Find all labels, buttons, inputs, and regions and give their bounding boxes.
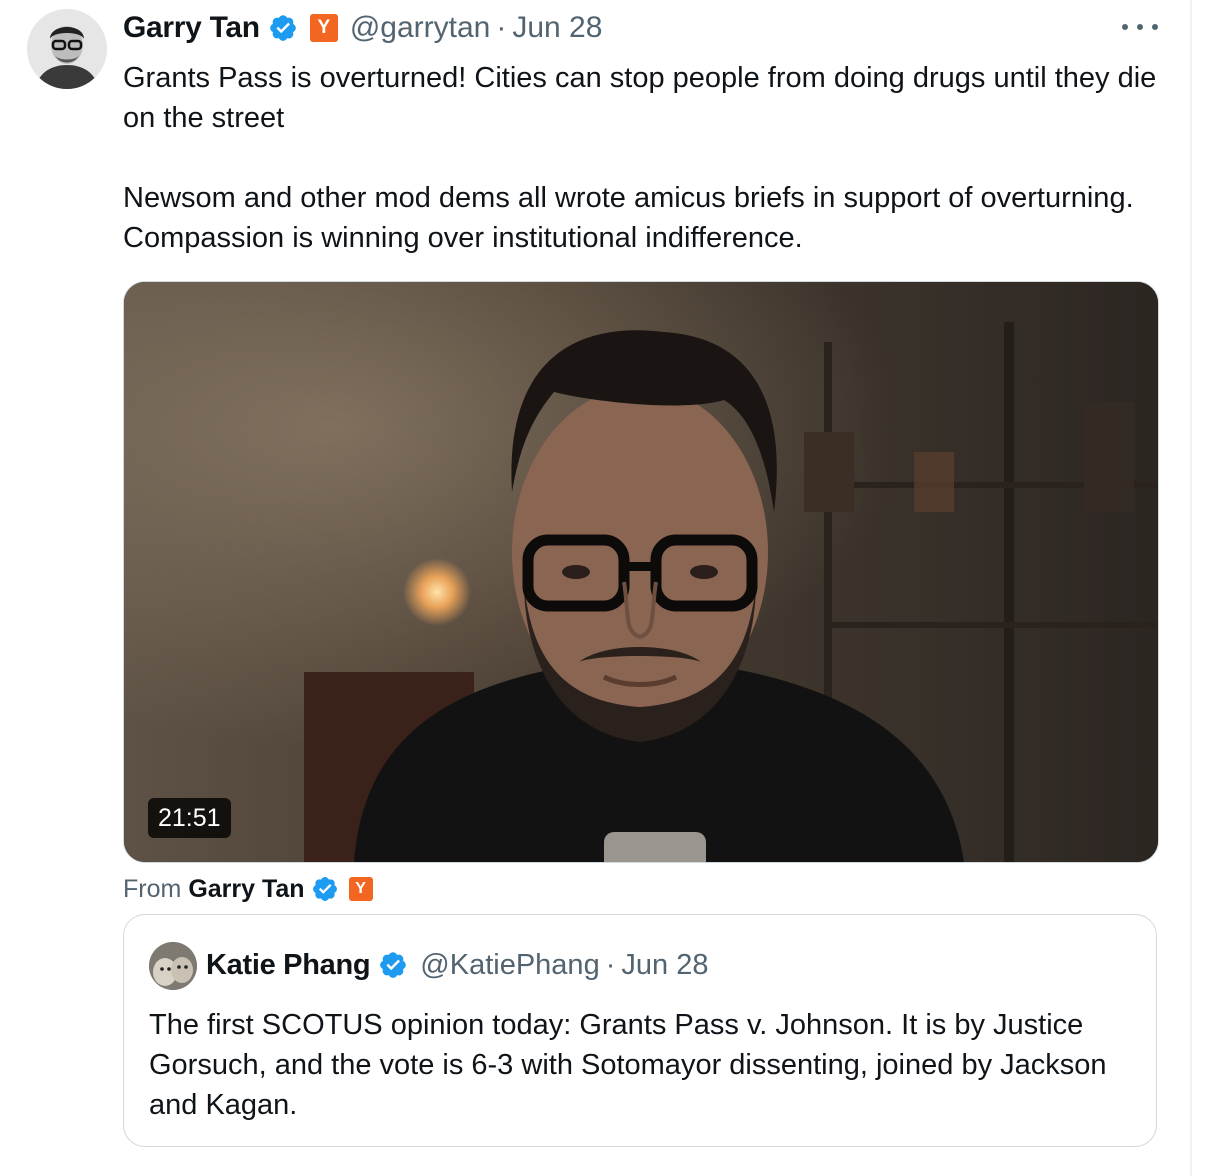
attribution-name[interactable]: Garry Tan xyxy=(188,875,304,904)
y-combinator-badge-icon[interactable]: Y xyxy=(309,14,338,42)
timeline-right-border xyxy=(1190,0,1192,1176)
video-duration: 21:51 xyxy=(148,798,231,838)
quoted-author-avatar-image xyxy=(149,942,197,990)
tweet-paragraph: Grants Pass is overturned! Cities can st… xyxy=(123,62,1157,134)
author-name[interactable]: Garry Tan xyxy=(123,11,260,45)
quoted-author-handle[interactable]: @KatiePhang xyxy=(420,949,599,982)
video-thumbnail xyxy=(124,282,1158,862)
author-avatar[interactable] xyxy=(27,9,107,89)
verified-badge-icon[interactable] xyxy=(378,950,408,980)
video-player[interactable]: 21:51 xyxy=(123,281,1159,863)
quoted-tweet-header: Katie Phang @KatiePhang · Jun 28 xyxy=(206,945,708,985)
verified-badge-icon[interactable] xyxy=(268,13,298,43)
tweet-header: Garry Tan Y @garrytan · Jun 28 xyxy=(123,8,602,48)
quoted-author-avatar[interactable] xyxy=(149,942,197,990)
more-horizontal-icon[interactable] xyxy=(1122,17,1158,37)
author-avatar-image xyxy=(27,9,107,89)
y-combinator-badge-icon[interactable]: Y xyxy=(348,877,373,901)
quoted-author-name[interactable]: Katie Phang xyxy=(206,949,371,982)
tweet-paragraph: Newsom and other mod dems all wrote amic… xyxy=(123,182,1134,254)
tweet-text: Grants Pass is overturned! Cities can st… xyxy=(123,58,1163,258)
tweet-timestamp[interactable]: Jun 28 xyxy=(512,11,602,45)
author-handle[interactable]: @garrytan xyxy=(350,11,491,45)
quoted-tweet-timestamp[interactable]: Jun 28 xyxy=(621,949,708,982)
verified-badge-icon[interactable] xyxy=(311,875,339,903)
attribution-label: From xyxy=(123,874,182,903)
separator-dot: · xyxy=(605,948,616,981)
quoted-tweet-text: The first SCOTUS opinion today: Grants P… xyxy=(149,1009,1107,1121)
video-attribution: From Garry Tan Y xyxy=(123,870,373,908)
separator-dot: · xyxy=(496,11,507,44)
quoted-tweet[interactable]: Katie Phang @KatiePhang · Jun 28 The fir… xyxy=(123,914,1157,1147)
